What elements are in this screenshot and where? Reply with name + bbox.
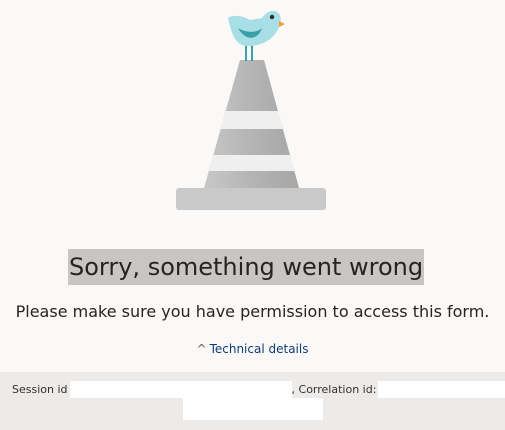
technical-details-row: Session id , Correlation id: <box>12 381 505 398</box>
error-illustration <box>176 10 326 210</box>
session-id-value <box>69 381 292 398</box>
correlation-id-label: , Correlation id: <box>291 382 377 396</box>
traffic-cone-icon <box>204 60 299 188</box>
bird-icon <box>228 10 285 61</box>
cone-base <box>176 188 326 210</box>
chevron-up-icon: ^ <box>196 342 207 356</box>
correlation-id-value <box>378 381 505 398</box>
technical-details-label: Technical details <box>209 342 309 356</box>
error-title: Sorry, something went wrong <box>68 249 425 285</box>
correlation-id-value-continued <box>183 398 323 420</box>
technical-details-toggle[interactable]: ^ Technical details <box>0 341 505 357</box>
technical-details-panel: Session id , Correlation id: <box>0 372 505 430</box>
session-id-label: Session id <box>12 382 68 396</box>
error-message: Please make sure you have permission to … <box>15 302 490 321</box>
